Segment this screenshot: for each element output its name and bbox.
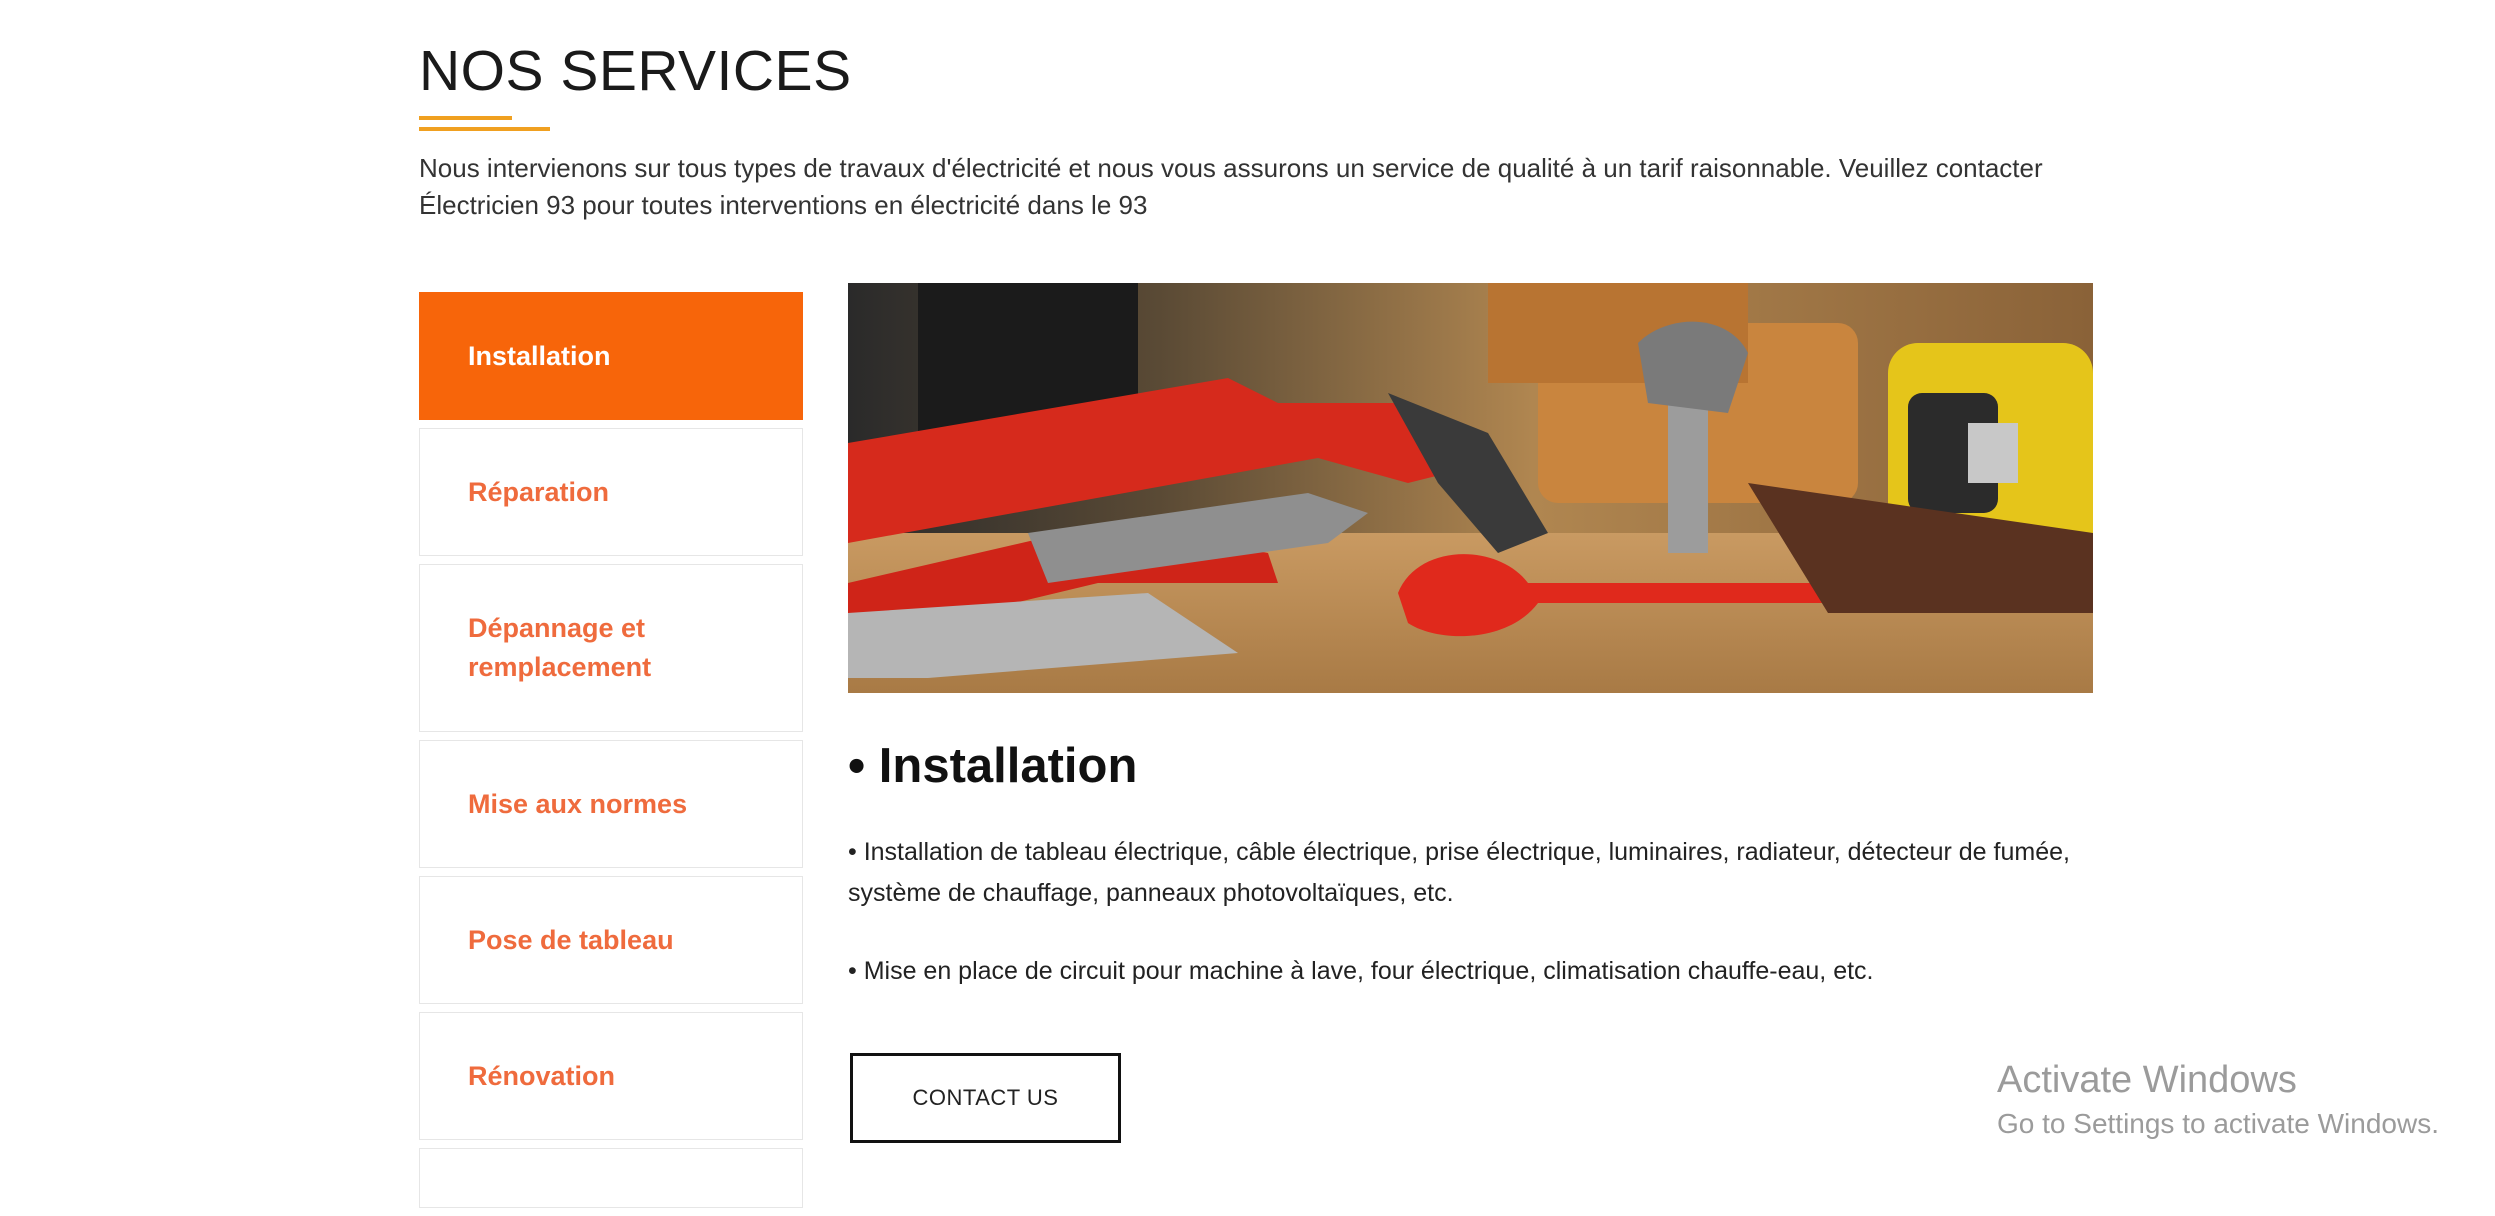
intro-text: Nous intervienons sur tous types de trav… (419, 153, 2043, 220)
tab-depannage[interactable]: Dépannage et remplacement (419, 564, 803, 732)
page-title: NOS SERVICES (419, 39, 852, 103)
tab-renovation[interactable]: Rénovation (419, 1012, 803, 1140)
title-underline (419, 116, 550, 132)
watermark-line2: Go to Settings to activate Windows. (1997, 1108, 2439, 1139)
service-description-2: • Mise en place de circuit pour machine … (848, 957, 1874, 985)
tab-mise-aux-normes[interactable]: Mise aux normes (419, 740, 803, 868)
tools-hero-image (848, 283, 2093, 693)
tab-reparation[interactable]: Réparation (419, 428, 803, 556)
tab-pose-de-tableau[interactable]: Pose de tableau (419, 876, 803, 1004)
tab-installation[interactable]: Installation (419, 292, 803, 420)
tab-more[interactable] (419, 1148, 803, 1208)
service-description-1: • Installation de tableau électrique, câ… (848, 838, 2070, 907)
watermark-line1: Activate Windows (1997, 1059, 2297, 1101)
contact-us-button[interactable]: CONTACT US (850, 1053, 1121, 1143)
services-tab-list: Installation Réparation Dépannage et rem… (419, 292, 803, 1216)
service-title: • Installation (848, 739, 1138, 793)
windows-activation-watermark: Activate Windows Go to Settings to activ… (1997, 1055, 2439, 1143)
